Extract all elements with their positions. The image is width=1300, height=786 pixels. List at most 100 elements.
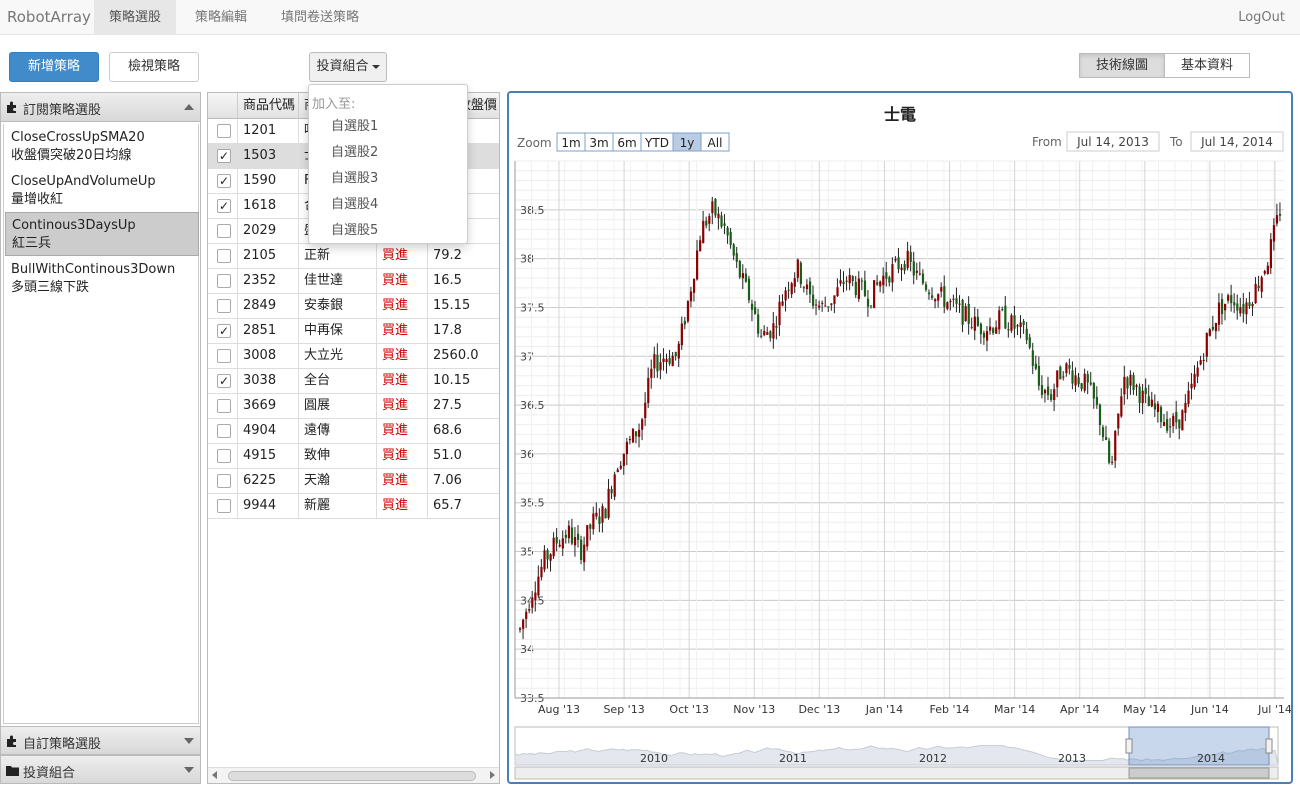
row-checkbox[interactable]: ✓: [217, 199, 231, 213]
candle-body: [1162, 422, 1166, 426]
x-tick-label: Aug '13: [538, 703, 580, 716]
row-checkbox[interactable]: [217, 399, 231, 413]
table-row[interactable]: 3669 圓展 買進 27.5: [208, 394, 499, 419]
candle-body: [775, 325, 778, 328]
nav-strategy-select[interactable]: 策略選股: [94, 0, 177, 35]
row-checkbox[interactable]: [217, 349, 231, 363]
row-checkbox[interactable]: ✓: [217, 149, 231, 163]
chevron-down-icon: [184, 738, 194, 744]
row-checkbox[interactable]: ✓: [217, 174, 231, 188]
candle-body: [769, 331, 772, 339]
row-checkbox[interactable]: [217, 224, 231, 238]
candle-body: [799, 262, 802, 285]
tab-basic-info[interactable]: 基本資料: [1164, 53, 1250, 78]
candle-body: [702, 220, 705, 244]
candle-body: [1077, 377, 1080, 385]
candle-body: [973, 316, 976, 331]
candle-body: [1187, 390, 1190, 405]
candle-body: [717, 213, 720, 219]
cell-signal: 買進: [377, 244, 428, 269]
strategy-name: Continous3DaysUp: [12, 218, 136, 233]
nav-strategy-edit[interactable]: 策略編輯: [180, 0, 262, 35]
candle-body: [738, 260, 741, 278]
portfolio-dropdown-button[interactable]: 投資組合: [309, 52, 387, 82]
scroll-left-icon[interactable]: [212, 771, 217, 779]
candle-body: [952, 298, 955, 300]
accordion-header-portfolio[interactable]: 投資組合: [1, 755, 200, 784]
candle-body: [1126, 377, 1129, 389]
row-checkbox[interactable]: [217, 449, 231, 463]
candle-body: [824, 305, 827, 307]
chart-title: 士電: [884, 105, 916, 124]
candle-body: [549, 554, 552, 561]
table-row[interactable]: 2105 正新 買進 79.2: [208, 244, 499, 269]
y-tick-label: 35.5: [520, 497, 545, 510]
candle-body: [982, 332, 986, 338]
cell-check: ✓: [208, 194, 238, 219]
candle-body: [955, 298, 958, 304]
candle-body: [1236, 303, 1239, 311]
table-row[interactable]: 2352 佳世達 買進 16.5: [208, 269, 499, 294]
dropdown-item[interactable]: 自選股3: [331, 167, 378, 186]
brand[interactable]: RobotArray: [7, 8, 91, 26]
accordion-header-custom[interactable]: 自訂策略選股: [1, 726, 200, 755]
cell-signal: 買進: [377, 319, 428, 344]
table-row[interactable]: ✓ 2851 中再保 買進 17.8: [208, 319, 499, 344]
dropdown-item[interactable]: 自選股1: [331, 115, 378, 134]
row-checkbox[interactable]: [217, 499, 231, 513]
table-row[interactable]: 9944 新麗 買進 65.7: [208, 494, 499, 519]
candle-body: [866, 298, 870, 307]
candle-body: [634, 431, 638, 437]
scroll-thumb[interactable]: [228, 771, 476, 781]
candle-body: [1117, 413, 1120, 429]
candle-body: [1004, 305, 1007, 329]
dropdown-item[interactable]: 自選股5: [331, 219, 378, 238]
candle-body: [1129, 374, 1132, 386]
row-checkbox[interactable]: [217, 474, 231, 488]
table-row[interactable]: 2849 安泰銀 買進 15.15: [208, 294, 499, 319]
view-strategy-button[interactable]: 檢視策略: [109, 52, 199, 82]
candle-body: [757, 314, 760, 334]
navigator[interactable]: 2010 2011 2012 2013 2014: [514, 726, 1279, 780]
row-checkbox[interactable]: [217, 274, 231, 288]
tab-technical-chart[interactable]: 技術線圖: [1079, 53, 1165, 78]
navigator-handle-right[interactable]: [1265, 738, 1273, 754]
candle-body: [915, 270, 918, 273]
candle-body: [1153, 403, 1157, 410]
candle-body: [677, 343, 680, 359]
candle-body: [808, 281, 812, 295]
navigator-year-label: 2013: [1058, 752, 1086, 765]
table-row[interactable]: 4904 遠傳 買進 68.6: [208, 419, 499, 444]
strategy-item-selected[interactable]: Continous3DaysUp 紅三兵: [5, 212, 199, 256]
table-row[interactable]: 4915 致伸 買進 51.0: [208, 444, 499, 469]
dropdown-item[interactable]: 自選股4: [331, 193, 378, 212]
candle-body: [1275, 215, 1279, 224]
row-checkbox[interactable]: ✓: [217, 374, 231, 388]
strategy-item[interactable]: BullWithContinous3Down 多頭三線下跌: [5, 257, 199, 301]
strategy-item[interactable]: CloseCrossUpSMA20 收盤價突破20日均線: [5, 125, 199, 169]
cell-code: 1618: [238, 194, 299, 219]
dropdown-item[interactable]: 自選股2: [331, 141, 378, 160]
row-checkbox[interactable]: ✓: [217, 324, 231, 338]
strategy-name: CloseCrossUpSMA20: [11, 130, 145, 145]
candle-body: [613, 474, 616, 497]
nav-questionnaire[interactable]: 填問卷送策略: [266, 0, 374, 35]
navigator-handle-left[interactable]: [1125, 738, 1133, 754]
scroll-right-icon[interactable]: [490, 771, 495, 779]
accordion-header-subscribed[interactable]: 訂閱策略選股: [1, 93, 200, 122]
navigator-scroll-thumb[interactable]: [1128, 767, 1270, 779]
new-strategy-button[interactable]: 新增策略: [9, 52, 99, 82]
row-checkbox[interactable]: [217, 249, 231, 263]
strategy-item[interactable]: CloseUpAndVolumeUp 量增收紅: [5, 169, 199, 213]
candle-body: [1132, 375, 1135, 390]
table-row[interactable]: 6225 天瀚 買進 7.06: [208, 469, 499, 494]
table-row[interactable]: 3008 大立光 買進 2560.0: [208, 344, 499, 369]
row-checkbox[interactable]: [217, 124, 231, 138]
table-row[interactable]: ✓ 3038 全台 買進 10.15: [208, 369, 499, 394]
row-checkbox[interactable]: [217, 424, 231, 438]
row-checkbox[interactable]: [217, 299, 231, 313]
candle-body: [1208, 329, 1211, 336]
column-header-code[interactable]: 商品代碼: [238, 93, 299, 119]
logout-link[interactable]: LogOut: [1238, 0, 1285, 35]
horizontal-scrollbar[interactable]: [208, 767, 499, 783]
